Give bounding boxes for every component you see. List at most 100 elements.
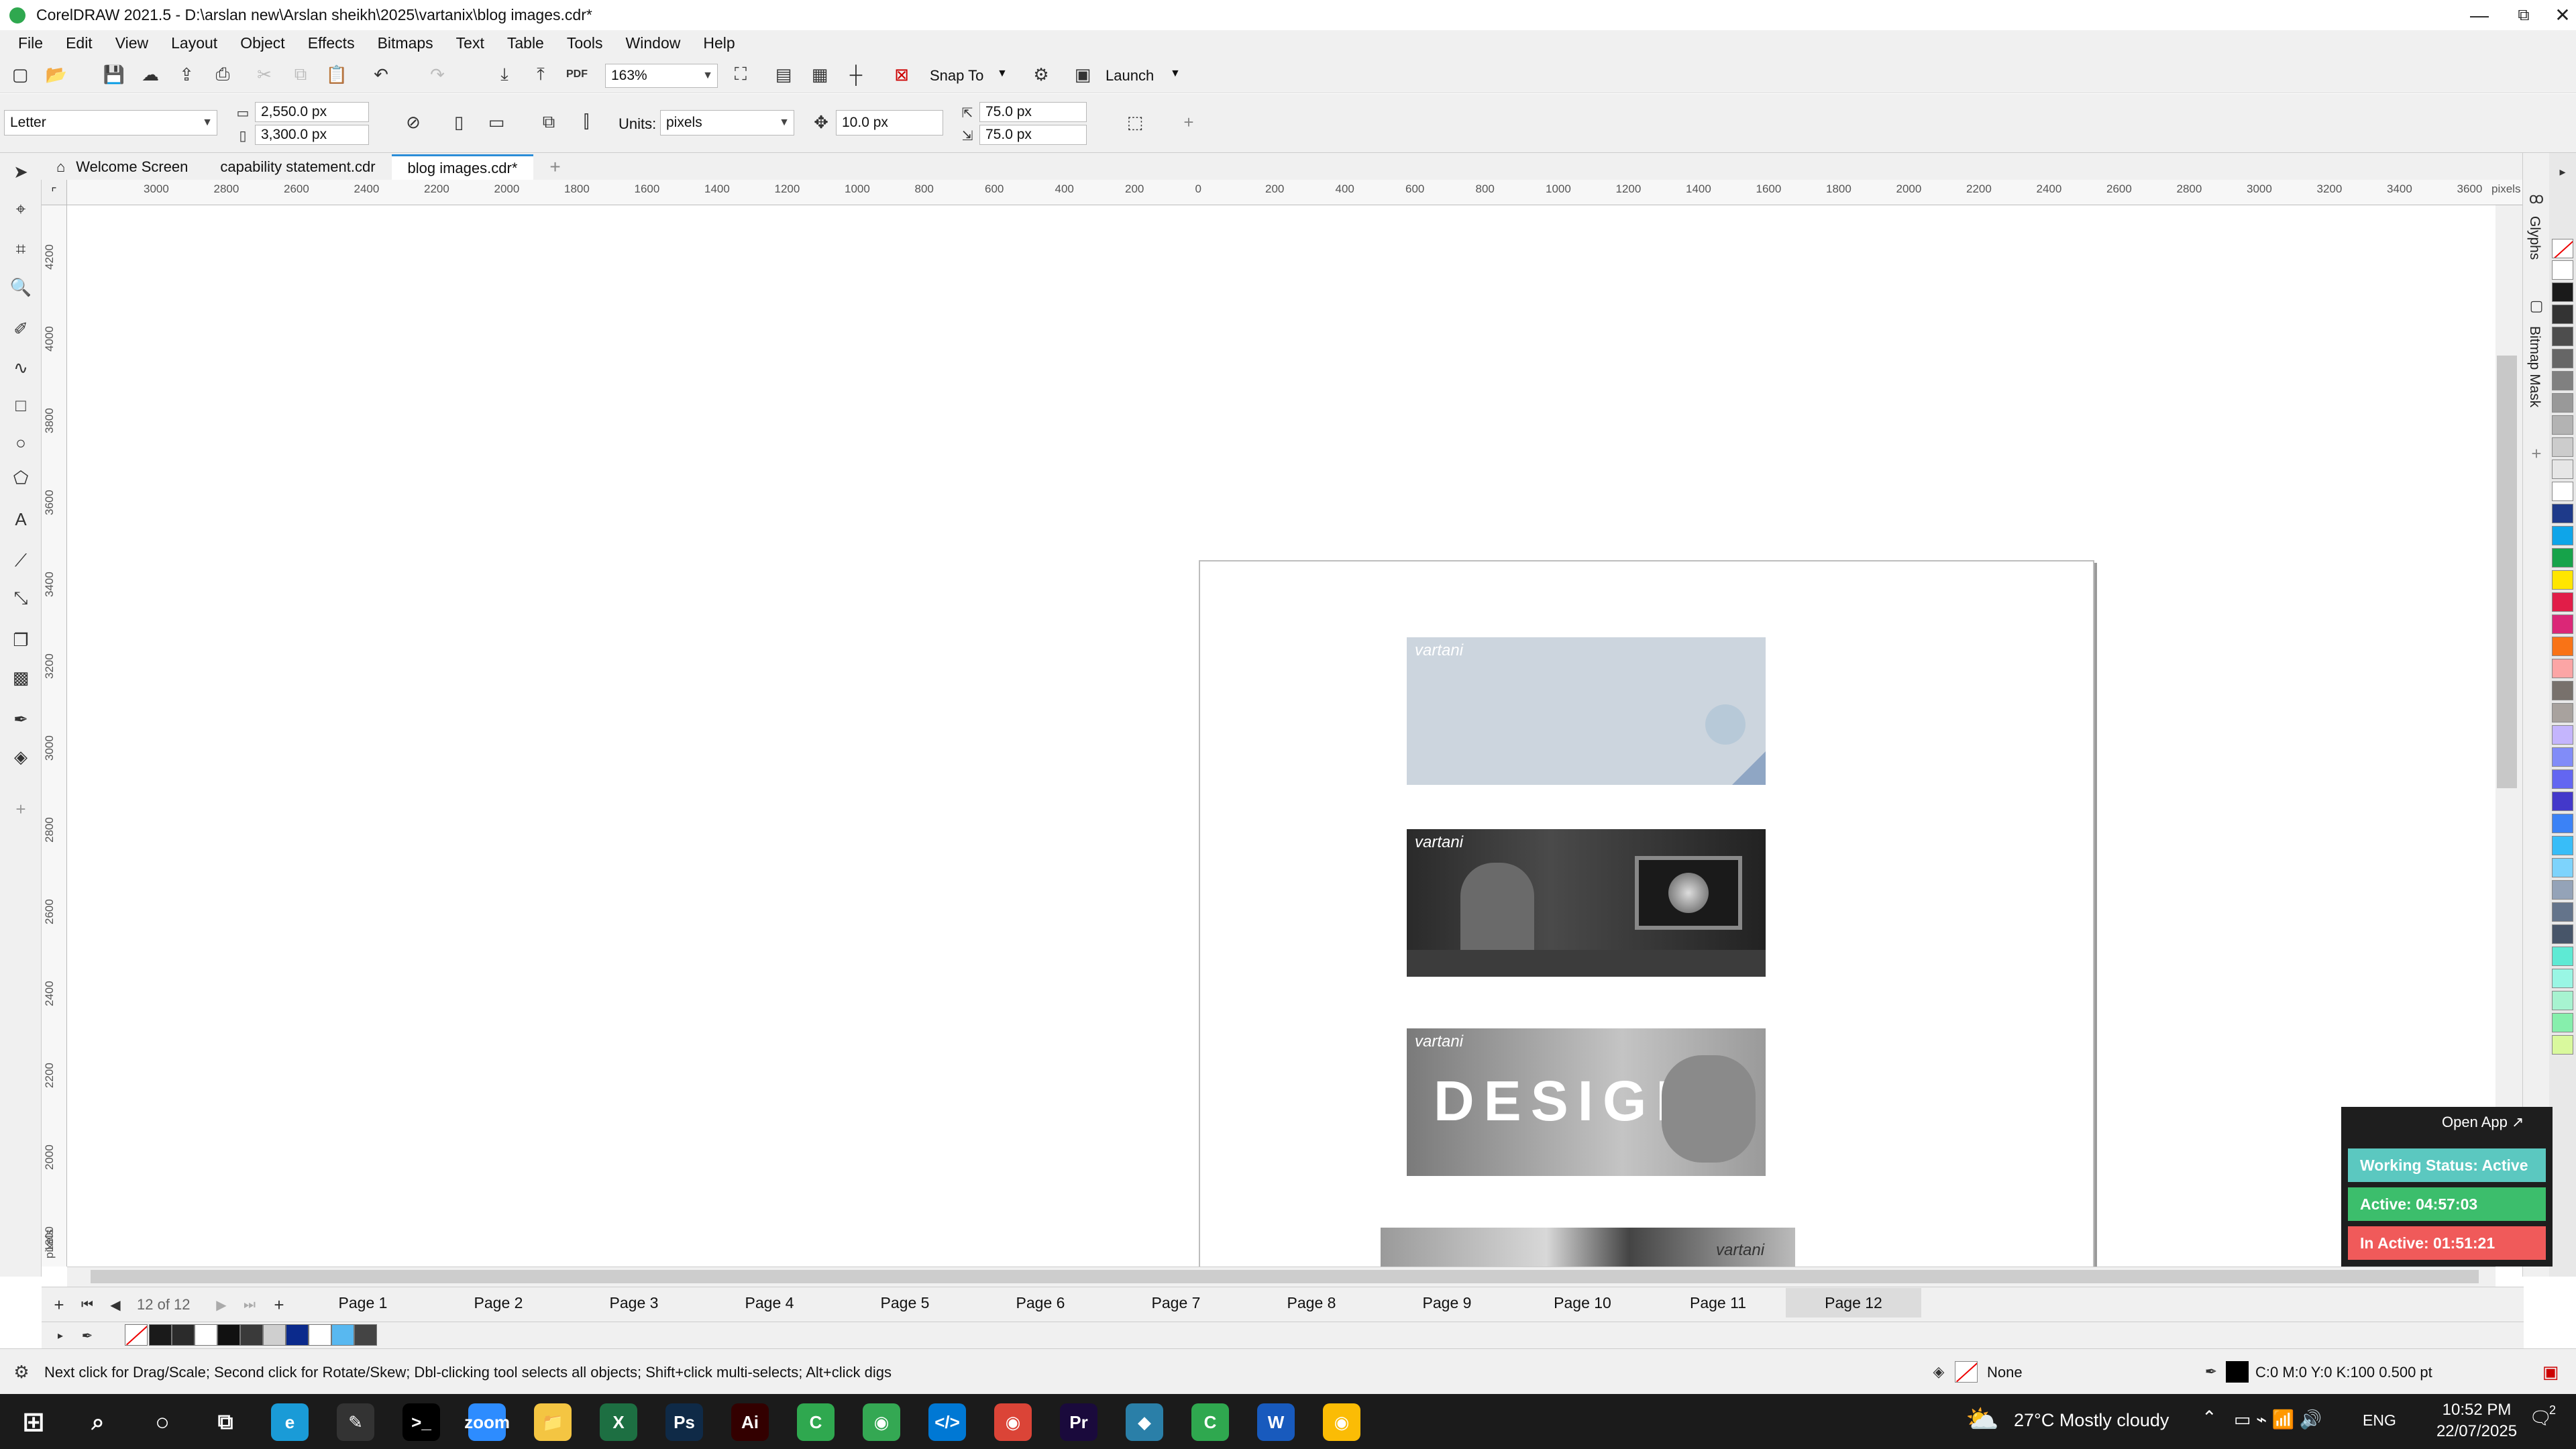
palette-swatch[interactable]	[2552, 902, 2573, 922]
search-icon[interactable]: ⌕	[79, 1403, 117, 1441]
taskbar-pen-icon[interactable]: ✎	[337, 1403, 374, 1441]
chevron-down-icon[interactable]: ▼	[1170, 68, 1181, 80]
no-color-swatch[interactable]	[125, 1324, 148, 1346]
full-screen-preview-icon[interactable]: ▤	[771, 62, 796, 87]
import-icon[interactable]: ⤓	[492, 62, 517, 87]
duplicate-x-field[interactable]: 75.0 px	[979, 102, 1087, 122]
undo-icon[interactable]: ↶	[369, 62, 393, 87]
menu-text[interactable]: Text	[456, 34, 484, 52]
eyedropper-icon[interactable]: ✒	[75, 1324, 99, 1348]
shape-tool-icon[interactable]: ⌖	[9, 197, 33, 221]
taskbar-chrome-icon[interactable]: ◉	[994, 1403, 1032, 1441]
paste-icon[interactable]: 📋	[325, 62, 349, 87]
export-icon[interactable]: ⤒	[529, 62, 553, 87]
palette-swatch[interactable]	[2552, 504, 2573, 523]
menu-file[interactable]: File	[18, 34, 43, 52]
palette-swatch[interactable]	[2552, 570, 2573, 590]
palette-swatch[interactable]	[2552, 437, 2573, 457]
connector-tool-icon[interactable]: ⤡	[9, 586, 33, 610]
palette-swatch[interactable]	[2552, 814, 2573, 833]
taskbar-excel-icon[interactable]: X	[600, 1403, 637, 1441]
taskbar-coreldraw-icon[interactable]: C	[797, 1403, 835, 1441]
bitmap-mask-icon[interactable]: ▢	[2524, 294, 2548, 318]
palette-swatch[interactable]	[2552, 725, 2573, 745]
artistic-media-icon[interactable]: ∿	[9, 356, 33, 380]
menu-object[interactable]: Object	[240, 34, 284, 52]
palette-swatch[interactable]	[2552, 460, 2573, 479]
portrait-icon[interactable]: ▯	[447, 110, 471, 134]
palette-swatch[interactable]	[2552, 327, 2573, 346]
docker-tab-bitmap-mask[interactable]: Bitmap Mask	[2526, 326, 2542, 407]
system-tray-icons[interactable]: ▭ ⌁ 📶 🔊	[2234, 1409, 2322, 1430]
page-tab-10[interactable]: Page 10	[1515, 1288, 1650, 1318]
zoom-tool-icon[interactable]: 🔍	[9, 275, 33, 299]
language-indicator[interactable]: ENG	[2363, 1411, 2396, 1430]
page-tab-2[interactable]: Page 2	[431, 1288, 566, 1318]
page-tab-1[interactable]: Page 1	[295, 1288, 431, 1318]
chevron-down-icon[interactable]: ▼	[997, 68, 1008, 80]
page-tab-9[interactable]: Page 9	[1379, 1288, 1515, 1318]
interactive-fill-icon[interactable]: ◈	[9, 745, 33, 769]
palette-swatch[interactable]	[2552, 792, 2573, 811]
crop-tool-icon[interactable]: ⌗	[9, 237, 33, 262]
page-width-field[interactable]: 2,550.0 px	[255, 102, 369, 122]
document-palette-swatch[interactable]	[172, 1324, 195, 1346]
menu-effects[interactable]: Effects	[308, 34, 355, 52]
palette-swatch[interactable]	[2552, 703, 2573, 722]
first-page-icon[interactable]: ⏮	[75, 1293, 99, 1317]
current-page-icon[interactable]: ⫿	[574, 110, 598, 134]
document-palette-swatch[interactable]	[263, 1324, 286, 1346]
launch-icon[interactable]: ▣	[1071, 62, 1095, 87]
add-page-before-icon[interactable]: +	[47, 1293, 71, 1317]
palette-swatch[interactable]	[2552, 991, 2573, 1010]
blog-image-1[interactable]: vartani	[1407, 637, 1766, 785]
fill-icon[interactable]: ◈	[1927, 1360, 1951, 1384]
new-document-icon[interactable]: ▢	[8, 62, 32, 87]
page-height-field[interactable]: 3,300.0 px	[255, 125, 369, 145]
palette-swatch[interactable]	[2552, 482, 2573, 501]
menu-edit[interactable]: Edit	[66, 34, 93, 52]
fill-swatch[interactable]	[1955, 1361, 1978, 1383]
palette-swatch[interactable]	[2552, 637, 2573, 656]
snap-to-dropdown[interactable]: Snap To	[930, 67, 983, 85]
copy-icon[interactable]: ⧉	[288, 62, 313, 87]
duplicate-y-field[interactable]: 75.0 px	[979, 125, 1087, 145]
taskbar-zoom-icon[interactable]: zoom	[464, 1403, 510, 1441]
palette-swatch[interactable]	[2552, 1013, 2573, 1032]
palette-swatch[interactable]	[2552, 526, 2573, 545]
palette-swatch[interactable]	[2552, 349, 2573, 368]
menu-view[interactable]: View	[115, 34, 148, 52]
previous-page-icon[interactable]: ◀	[103, 1293, 127, 1317]
document-palette-swatch[interactable]	[354, 1324, 377, 1346]
tab-capability-statement[interactable]: capability statement.cdr	[204, 154, 391, 180]
pdf-icon[interactable]: PDF	[565, 62, 589, 87]
menu-layout[interactable]: Layout	[171, 34, 217, 52]
palette-swatch[interactable]	[2552, 415, 2573, 435]
document-palette-swatch[interactable]	[195, 1324, 217, 1346]
polygon-tool-icon[interactable]: ⬠	[9, 466, 33, 490]
page-tab-11[interactable]: Page 11	[1650, 1288, 1786, 1318]
page-size-select[interactable]: Letter ▼	[4, 110, 217, 136]
zoom-level-field[interactable]: 163% ▼	[605, 64, 718, 88]
page-tab-6[interactable]: Page 6	[973, 1288, 1108, 1318]
save-icon[interactable]: 💾	[102, 62, 126, 87]
redo-icon[interactable]: ↷	[425, 62, 449, 87]
last-page-icon[interactable]: ⏭	[237, 1293, 262, 1317]
units-select[interactable]: pixels ▼	[660, 110, 794, 136]
taskbar-chrome-icon[interactable]: ◉	[863, 1403, 900, 1441]
lock-ratio-icon[interactable]: ⊘	[401, 110, 425, 134]
landscape-icon[interactable]: ▭	[484, 110, 508, 134]
windows-start-icon[interactable]: ⊞	[15, 1403, 52, 1441]
blog-image-4[interactable]: vartani	[1381, 1228, 1795, 1267]
blog-image-3[interactable]: vartani DESIGN	[1407, 1028, 1766, 1176]
palette-swatch[interactable]	[2552, 592, 2573, 612]
document-palette-swatch[interactable]	[286, 1324, 309, 1346]
palette-swatch[interactable]	[2552, 260, 2573, 280]
tab-welcome-screen[interactable]: ⌂ Welcome Screen	[40, 154, 204, 180]
glyphs-icon[interactable]: ꝏ	[2524, 186, 2548, 211]
nudge-distance-field[interactable]: 10.0 px	[836, 110, 943, 136]
palette-swatch[interactable]	[2552, 614, 2573, 634]
print-icon[interactable]: ⎙	[211, 62, 235, 87]
add-docker-icon[interactable]: +	[2524, 441, 2548, 466]
add-tool-icon[interactable]: +	[9, 797, 33, 821]
